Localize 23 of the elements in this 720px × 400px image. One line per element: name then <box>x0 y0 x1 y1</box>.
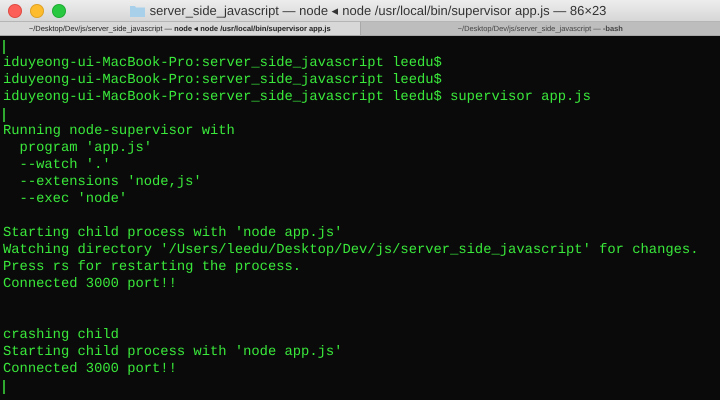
minimize-button[interactable] <box>30 4 44 18</box>
terminal-line: --exec 'node' <box>18 191 128 208</box>
cursor-mark <box>3 40 5 54</box>
close-button[interactable] <box>8 4 22 18</box>
terminal-line: Starting child process with 'node app.js' <box>3 344 342 361</box>
terminal-line: crashing child <box>3 327 119 344</box>
terminal-line: Connected 3000 port!! <box>3 276 177 293</box>
terminal-line: program 'app.js' <box>18 140 152 157</box>
terminal-line: --watch '.' <box>18 157 111 174</box>
terminal-line: Starting child process with 'node app.js' <box>3 225 342 242</box>
cursor-mark <box>3 108 5 122</box>
terminal-line: Press rs for restarting the process. <box>3 259 302 276</box>
window-title: server_side_javascript — node ◂ node /usr/local/bin/supervisor app.js — 86×23 <box>150 3 606 18</box>
zoom-button[interactable] <box>52 4 66 18</box>
terminal-line: iduyeong-ui-MacBook-Pro:server_side_javascript leedu$ supervisor app.js <box>3 89 591 106</box>
terminal-line: Running node-supervisor with <box>3 123 235 140</box>
terminal-line: --extensions 'node,js' <box>18 174 202 191</box>
terminal-line: iduyeong-ui-MacBook-Pro:server_side_javascript leedu$ <box>3 72 442 89</box>
terminal-line: iduyeong-ui-MacBook-Pro:server_side_javascript leedu$ <box>3 55 442 72</box>
cursor-mark <box>3 380 5 394</box>
terminal-line: Connected 3000 port!! <box>3 361 177 378</box>
terminal-line: Watching directory '/Users/leedu/Desktop/Dev/js/server_side_javascript' for changes. <box>3 242 698 259</box>
folder-icon <box>130 4 145 16</box>
